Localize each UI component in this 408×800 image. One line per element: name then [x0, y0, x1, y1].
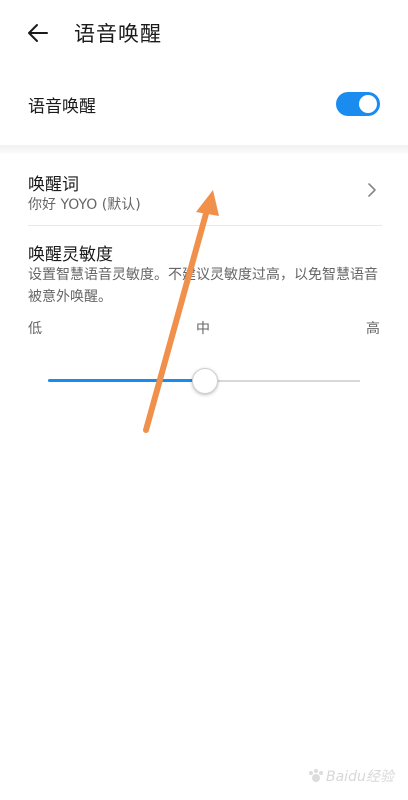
voice-wake-switch[interactable]: [336, 92, 380, 116]
sensitivity-low-label: 低: [28, 321, 42, 337]
watermark-text: Baidu经验: [326, 769, 394, 785]
paw-icon: [309, 769, 323, 782]
page-title: 语音唤醒: [74, 22, 162, 46]
row-divider: [28, 225, 382, 226]
back-button[interactable]: [22, 17, 54, 49]
arrow-left-icon: [28, 24, 48, 42]
wake-word-row[interactable]: 唤醒词 你好 YOYO (默认): [0, 162, 408, 224]
slider-thumb[interactable]: [192, 368, 218, 394]
header-bar: 语音唤醒: [0, 0, 408, 66]
sensitivity-slider[interactable]: [48, 366, 360, 396]
sensitivity-description: 设置智慧语音灵敏度。不建议灵敏度过高，以免智慧语音被意外唤醒。: [28, 267, 378, 305]
wake-word-title: 唤醒词: [28, 175, 79, 195]
voice-wake-label: 语音唤醒: [28, 97, 96, 117]
switch-knob: [359, 95, 377, 113]
sensitivity-high-label: 高: [366, 321, 380, 337]
sensitivity-title: 唤醒灵敏度: [28, 245, 113, 265]
chevron-right-icon: [368, 183, 376, 197]
watermark: Baidu经验: [308, 760, 398, 790]
voice-wake-row[interactable]: 语音唤醒: [0, 78, 408, 134]
section-divider: [0, 145, 408, 153]
sensitivity-mid-label: 中: [196, 321, 210, 337]
slider-track-fill: [48, 379, 204, 382]
wake-word-value: 你好 YOYO (默认): [28, 197, 141, 213]
